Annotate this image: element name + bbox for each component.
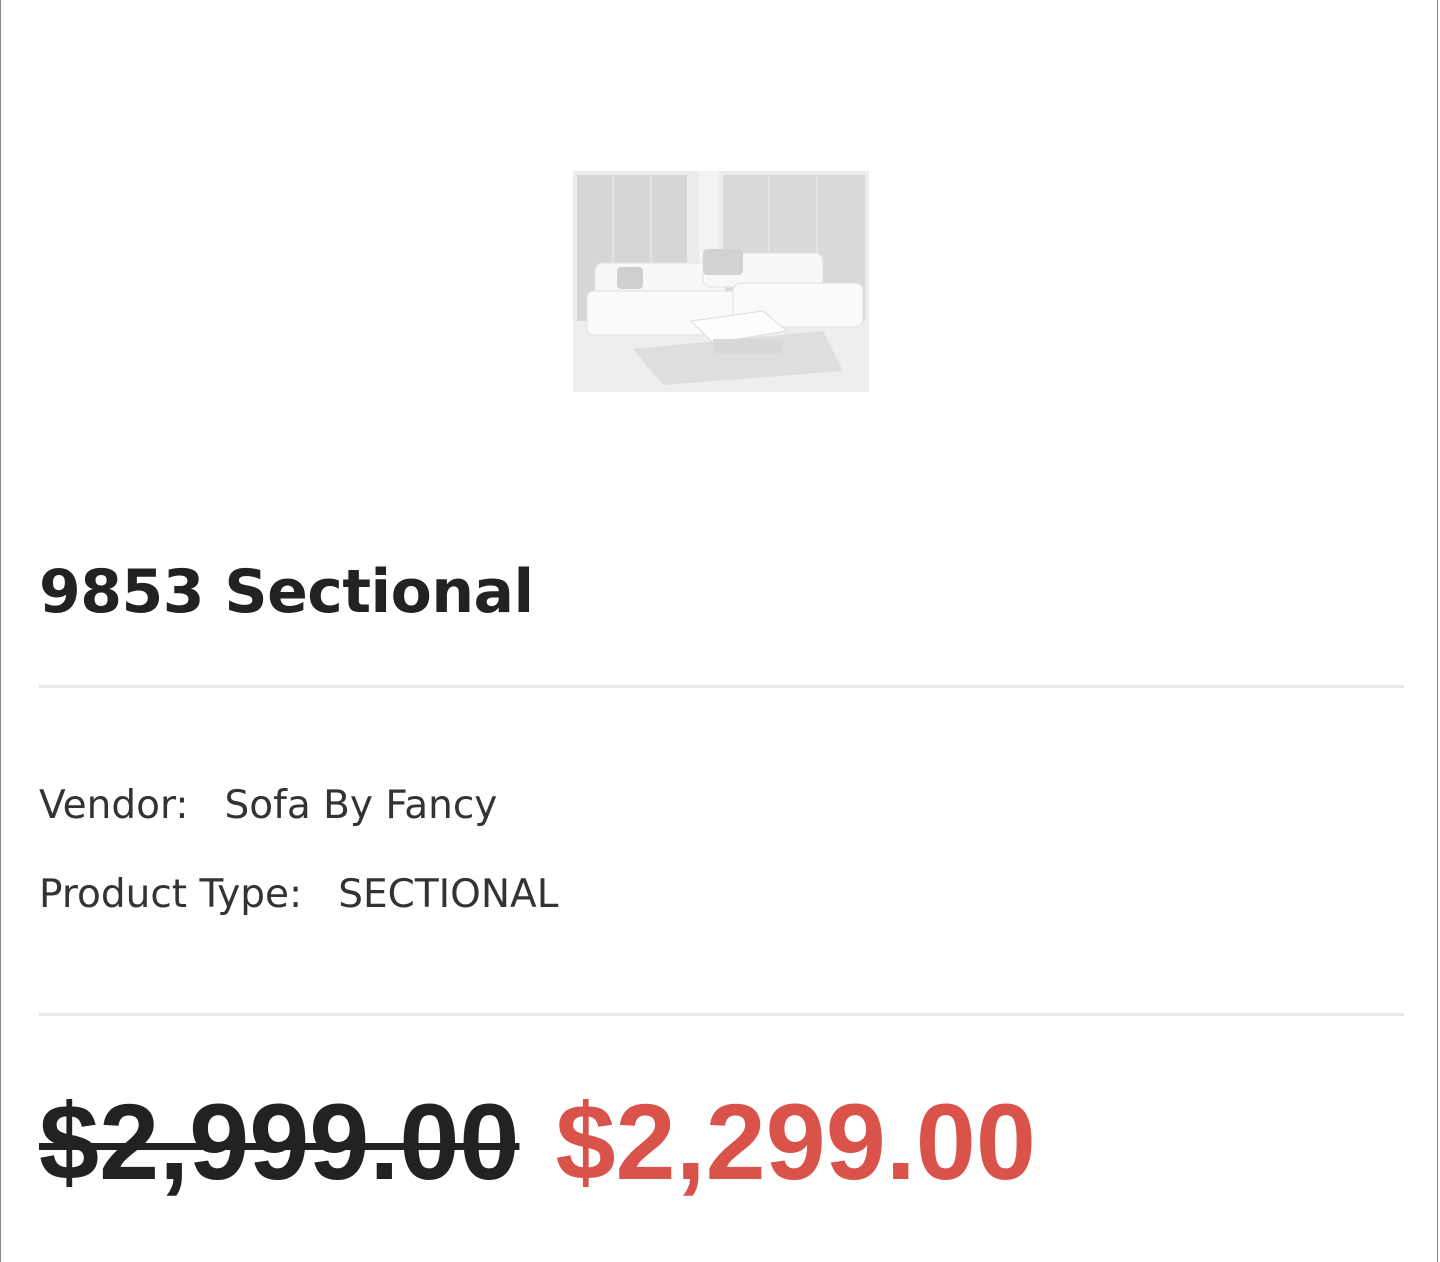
product-type-value: SECTIONAL [338,872,559,917]
vendor-row: Vendor: Sofa By Fancy [39,781,497,831]
sectional-sofa-image [573,171,869,392]
product-type-row: Product Type: SECTIONAL [39,870,558,920]
product-image[interactable] [573,171,869,392]
product-card: 9853 Sectional Vendor: Sofa By Fancy Prod… [0,0,1438,1262]
divider [39,1013,1404,1016]
compare-at-price: $2,999.00 [39,1081,520,1202]
vendor-link[interactable]: Sofa By Fancy [224,783,497,828]
product-type-label: Product Type: [39,872,303,917]
product-title: 9853 Sectional [39,557,534,627]
sale-price: $2,299.00 [555,1081,1036,1202]
divider [39,685,1404,688]
price-block: $2,999.00 $2,299.00 [39,1082,1036,1202]
vendor-label: Vendor: [39,783,189,828]
